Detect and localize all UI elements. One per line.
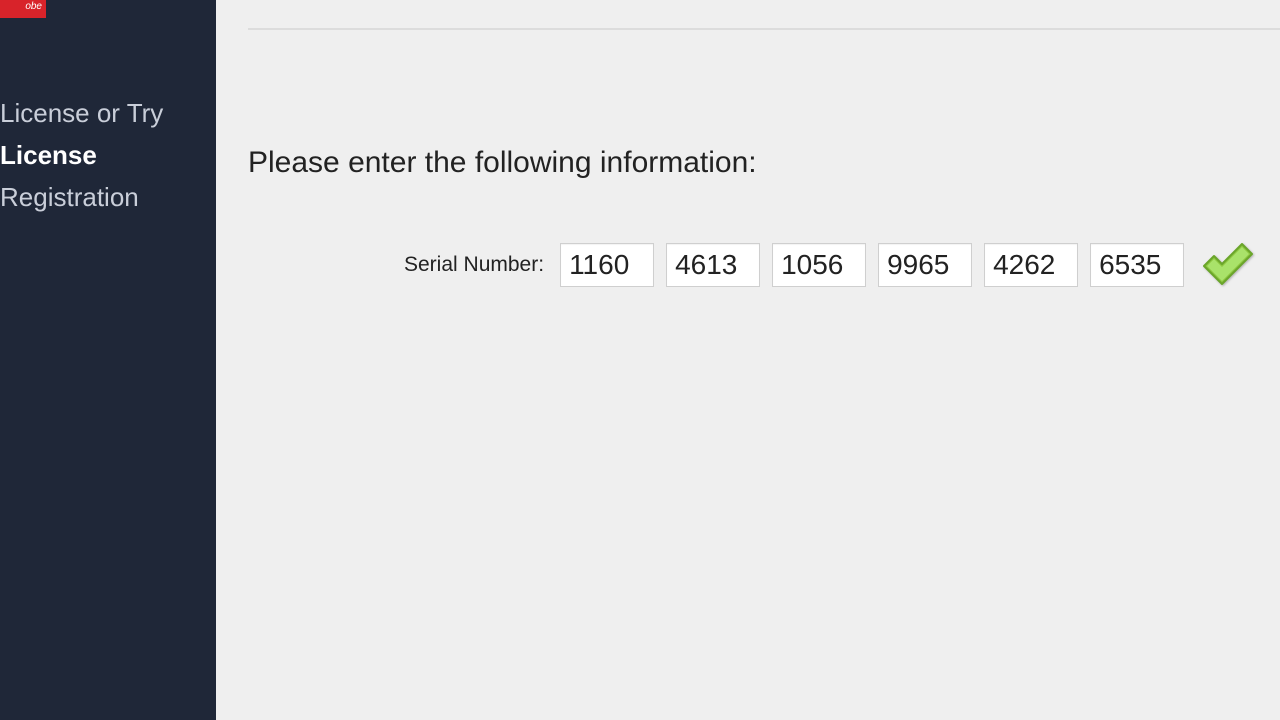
- serial-field-2[interactable]: [666, 243, 760, 287]
- main-panel: Please enter the following information: …: [216, 0, 1280, 720]
- sidebar-item-license-or-try[interactable]: License or Try: [0, 92, 216, 134]
- serial-field-4[interactable]: [878, 243, 972, 287]
- checkmark-icon: [1200, 240, 1256, 290]
- serial-field-5[interactable]: [984, 243, 1078, 287]
- serial-field-6[interactable]: [1090, 243, 1184, 287]
- adobe-logo: obe: [0, 0, 46, 18]
- serial-number-row: Serial Number:: [404, 240, 1270, 290]
- serial-number-label: Serial Number:: [404, 253, 544, 277]
- serial-field-3[interactable]: [772, 243, 866, 287]
- divider: [248, 28, 1280, 30]
- sidebar-item-license[interactable]: License: [0, 134, 216, 176]
- sidebar: obe License or Try License Registration: [0, 0, 216, 720]
- nav-list: License or Try License Registration: [0, 92, 216, 218]
- sidebar-item-registration[interactable]: Registration: [0, 176, 216, 218]
- serial-field-1[interactable]: [560, 243, 654, 287]
- prompt-text: Please enter the following information:: [248, 146, 757, 180]
